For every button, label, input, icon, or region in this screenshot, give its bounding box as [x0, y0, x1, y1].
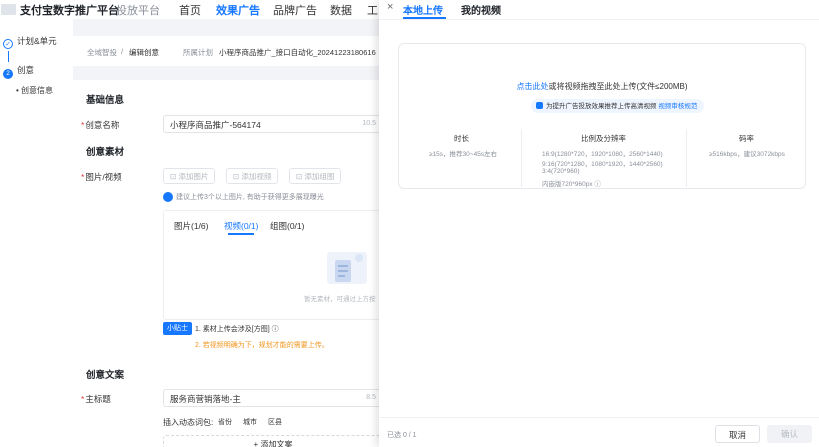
- tab-underline: [228, 233, 254, 235]
- chip-district[interactable]: 区县: [268, 417, 282, 427]
- divider: [379, 19, 819, 20]
- char-counter: 8.5: [366, 394, 376, 401]
- upload-drawer: × 本地上传 我的视频 点击此处或将视频拖拽至此处上传(文件≤200MB) 为提…: [379, 0, 819, 447]
- thumb-up-icon: [536, 102, 543, 109]
- creative-name-value: 小程序商品推广-564174: [170, 120, 261, 130]
- plan-name: 小程序商品推广_接口自动化_20241223180616: [219, 48, 376, 57]
- upload-link[interactable]: 点击此处: [516, 82, 548, 91]
- step-number-icon: 2: [3, 69, 13, 79]
- plan-label: 所属计划: [183, 48, 213, 57]
- creative-name-label: *创意名称: [81, 120, 120, 130]
- note-line-1: 1. 素材上传会涉及[方图] ⓘ: [195, 326, 279, 333]
- spec-ratio-value: 3:4(720*960): [542, 168, 580, 175]
- quality-hint: 为提升广告投放效果推荐上传高清视频 视频审核规范: [531, 99, 705, 113]
- selected-count: 已选 0 / 1: [387, 432, 417, 439]
- nav-data[interactable]: 数据: [330, 2, 352, 18]
- substep-creative-info[interactable]: • 创意信息: [16, 85, 53, 96]
- upload-dropzone[interactable]: 点击此处或将视频拖拽至此处上传(文件≤200MB) 为提升广告投放效果推荐上传高…: [398, 43, 806, 189]
- add-image-button[interactable]: ⊡ 添加图片: [163, 168, 216, 184]
- section-copy: 创意文案: [86, 370, 125, 381]
- spec-ratio-value: 9:16(720*1280，1080*1920，1440*2560): [542, 161, 663, 168]
- spec-bitrate-head: 码率: [739, 134, 754, 143]
- alipay-logo[interactable]: [1, 4, 16, 15]
- empty-box-icon: [327, 252, 367, 284]
- spec-bitrate-value: ≥516kbps，建议3072kbps: [709, 151, 785, 158]
- nav-tools[interactable]: 工: [367, 2, 378, 18]
- info-icon: [163, 192, 173, 202]
- material-tip: 建议上传3个以上图片, 有助于获得更多展现曝光: [163, 192, 324, 202]
- step-creative-label: 创意: [17, 65, 35, 75]
- close-icon[interactable]: ×: [387, 1, 393, 13]
- review-guide-link[interactable]: 视频审核规范: [658, 103, 697, 110]
- confirm-button[interactable]: 确认: [767, 425, 812, 443]
- breadcrumb: 全域智投 / 编辑创意 所属计划 小程序商品推广_接口自动化_202412231…: [73, 36, 383, 66]
- spec-duration-value: ≥15s，推荐30~45s左右: [429, 151, 498, 158]
- divider: [686, 129, 687, 187]
- check-icon: ✓: [3, 39, 13, 49]
- chip-province[interactable]: 省份: [218, 417, 232, 427]
- spec-duration-head: 时长: [454, 134, 469, 143]
- nav-performance-ads[interactable]: 效果广告: [216, 2, 260, 18]
- brand-subtitle: 投放平台: [116, 5, 160, 17]
- add-copy-button[interactable]: + 添加文案: [163, 435, 383, 447]
- tab-my-videos[interactable]: 我的视频: [461, 2, 501, 17]
- step-plan-unit[interactable]: ✓ 计划&单元: [3, 35, 57, 49]
- tips-badge: 小贴士: [163, 322, 192, 335]
- spec-ratio-value: 内嵌版720*960px ⓘ: [542, 181, 601, 188]
- section-material: 创意素材: [86, 147, 125, 158]
- main-title-input[interactable]: 服务商营销落地-主 8.5: [163, 389, 383, 407]
- step-connector: [8, 51, 9, 62]
- step-sidebar: ✓ 计划&单元 2 创意 • 创意信息: [0, 19, 73, 447]
- chip-city[interactable]: 城市: [243, 417, 257, 427]
- breadcrumb-edit: 编辑创意: [129, 48, 159, 57]
- divider: [379, 417, 819, 418]
- section-basic-info: 基础信息: [86, 95, 125, 106]
- char-counter: 10.5: [362, 120, 376, 127]
- brand-title: 支付宝数字推广平台: [20, 5, 119, 17]
- media-label: *图片/视频: [81, 172, 122, 182]
- nav-home[interactable]: 首页: [179, 2, 201, 18]
- insert-wordpack-label: 插入动态词包:: [163, 418, 214, 427]
- breadcrumb-home[interactable]: 全域智投: [87, 47, 117, 58]
- divider: [521, 129, 522, 187]
- cancel-button[interactable]: 取消: [715, 425, 760, 443]
- step-creative[interactable]: 2 创意: [3, 64, 34, 79]
- nav-brand-ads[interactable]: 品牌广告: [273, 2, 317, 18]
- creative-name-input[interactable]: 小程序商品推广-564174 10.5: [163, 115, 383, 133]
- tab-images[interactable]: 图片(1/6): [174, 220, 208, 232]
- upload-prompt: 点击此处或将视频拖拽至此处上传(文件≤200MB): [516, 82, 688, 91]
- substep-label: 创意信息: [21, 86, 54, 95]
- main-title-label: *主标题: [81, 394, 111, 404]
- step-plan-unit-label: 计划&单元: [17, 36, 57, 46]
- empty-text: 暂无素材，可通过上方按: [304, 296, 376, 303]
- breadcrumb-sep: /: [121, 47, 124, 56]
- material-panel: 图片(1/6) 视频(0/1) 组图(0/1) 暂无素材，可通过上方按: [163, 210, 383, 320]
- main-title-value: 服务商营销落地-主: [170, 394, 241, 404]
- tab-local-upload[interactable]: 本地上传: [403, 2, 443, 17]
- add-video-button[interactable]: ⊡ 添加视频: [226, 168, 279, 184]
- tab-groups[interactable]: 组图(0/1): [270, 220, 304, 232]
- creative-form: 基础信息 *创意名称 小程序商品推广-564174 10.5 创意素材 *图片/…: [73, 80, 383, 447]
- spec-ratio-head: 比例及分辨率: [581, 134, 626, 143]
- note-line-2: 2. 若视频明确为下，规划才能的需要上传。: [195, 342, 329, 349]
- add-group-button[interactable]: ⊡ 添加组图: [289, 168, 342, 184]
- tab-videos[interactable]: 视频(0/1): [224, 220, 258, 232]
- info-icon[interactable]: ⓘ: [594, 181, 601, 188]
- spec-ratio-value: 16:9(1280*720，1920*1080，2560*1440): [542, 151, 663, 158]
